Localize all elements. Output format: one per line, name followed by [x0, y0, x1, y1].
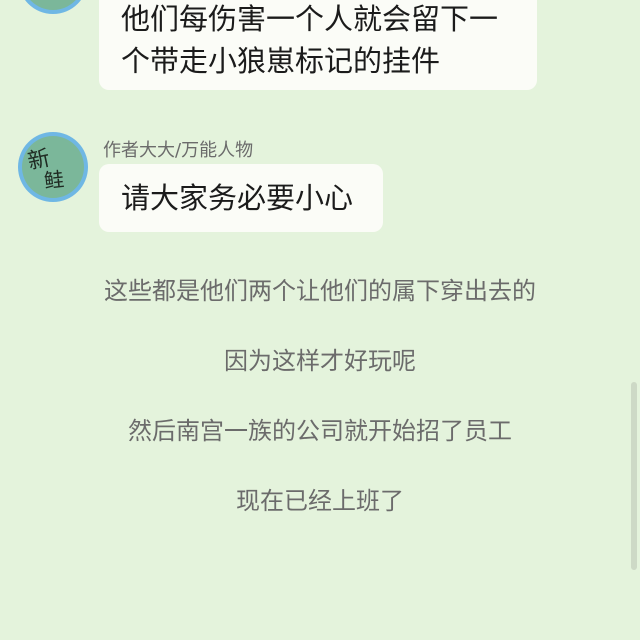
message-bubble-2[interactable]: 请大家务必要小心	[99, 164, 383, 232]
scrollbar[interactable]	[631, 382, 637, 570]
avatar-image	[22, 0, 84, 10]
author-avatar-top[interactable]	[18, 0, 88, 14]
narration-line: 现在已经上班了	[236, 487, 404, 515]
message-text-line: 个带走小狼崽标记的挂件	[121, 44, 441, 78]
narration-line: 然后南宫一族的公司就开始招了员工	[128, 417, 512, 445]
author-avatar[interactable]: 新 鲑	[18, 132, 88, 202]
avatar-glyph: 鲑	[42, 167, 66, 193]
message-text: 请大家务必要小心	[121, 181, 354, 215]
narration-line: 因为这样才好玩呢	[224, 347, 416, 375]
avatar-image: 新 鲑	[22, 136, 84, 198]
message-text-line: 他们每伤害一个人就会留下一	[121, 2, 499, 36]
narration-line: 这些都是他们两个让他们的属下穿出去的	[104, 277, 536, 305]
sender-name: 作者大大/万能人物	[103, 140, 254, 161]
chat-screen: 他们每伤害一个人就会留下一 个带走小狼崽标记的挂件 新 鲑 作者大大/万能人物 …	[0, 0, 640, 640]
message-bubble-1[interactable]: 他们每伤害一个人就会留下一 个带走小狼崽标记的挂件	[99, 0, 537, 90]
